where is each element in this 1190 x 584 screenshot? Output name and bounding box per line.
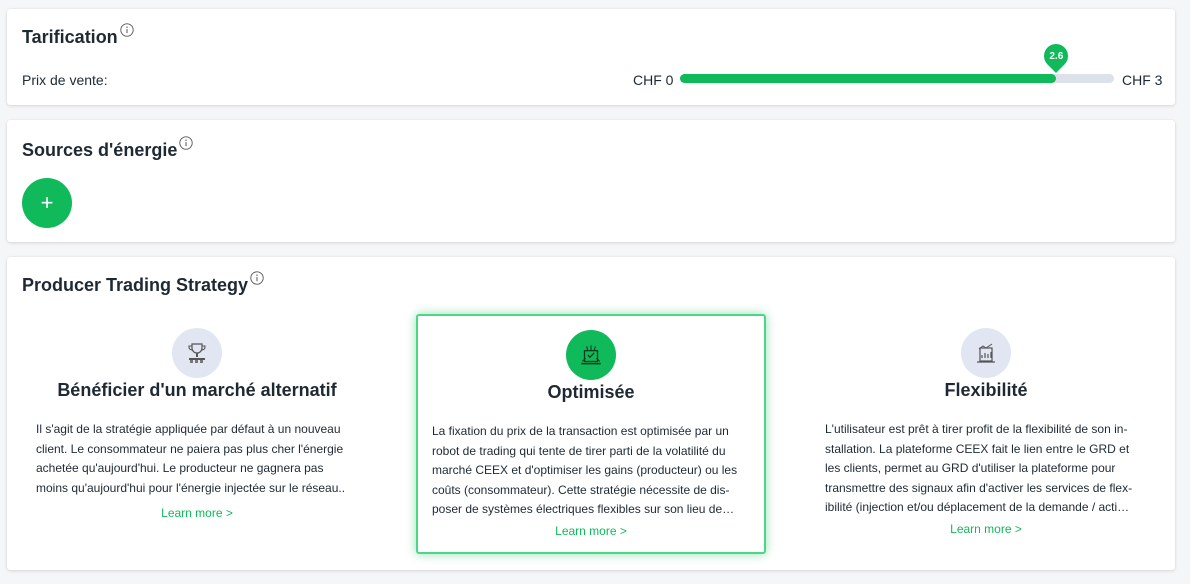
learn-more-link[interactable]: Learn more > xyxy=(22,506,372,520)
trading-robot-icon xyxy=(566,330,616,380)
strategy-title: Producer Trading Strategy xyxy=(22,271,264,296)
strategy-option-description: L'utilisateur est prêt à tirer profit de… xyxy=(825,422,1133,514)
strategy-option-description: La fixation du prix de la transaction es… xyxy=(432,424,738,516)
strategy-option-title: Flexibilité xyxy=(944,380,1028,400)
price-label: Prix de vente: xyxy=(22,72,108,88)
tarification-card: Tarification Prix de vente: CHF 0 2.6 CH… xyxy=(7,9,1175,105)
strategy-option-optimized[interactable]: Optimisée La fixation du prix de la tran… xyxy=(416,314,766,554)
info-icon[interactable] xyxy=(250,271,264,285)
strategy-option-flexibility[interactable]: Flexibilité L'utilisateur est prêt à tir… xyxy=(811,314,1161,554)
learn-more-link[interactable]: Learn more > xyxy=(418,524,764,538)
strategy-option-title: Bénéficier d'un marché alternatif xyxy=(57,380,337,400)
strategy-option-description: Il s'agit de la stratégie appliquée par … xyxy=(36,422,346,495)
info-icon[interactable] xyxy=(120,23,134,37)
learn-more-link[interactable]: Learn more > xyxy=(811,522,1161,536)
sources-title: Sources d'énergie xyxy=(22,136,193,161)
slider-fill xyxy=(680,74,1057,83)
price-slider[interactable] xyxy=(680,74,1114,83)
info-icon[interactable] xyxy=(179,136,193,150)
strategy-option-alternative-market[interactable]: Bénéficier d'un marché alternatif Il s'a… xyxy=(22,314,372,554)
slider-min-label: CHF 0 xyxy=(633,72,674,88)
trophy-icon xyxy=(172,328,222,378)
add-source-button[interactable]: + xyxy=(22,178,72,228)
sources-card: Sources d'énergie + xyxy=(7,120,1175,242)
slider-value-label: 2.6 xyxy=(1049,50,1064,62)
strategy-card: Producer Trading Strategy Bénéficier d'u… xyxy=(7,257,1175,570)
strategy-option-title: Optimisée xyxy=(547,382,635,402)
flexibility-chart-icon xyxy=(961,328,1011,378)
tarification-title: Tarification xyxy=(22,23,134,48)
plus-icon: + xyxy=(40,190,54,215)
slider-handle[interactable]: 2.6 xyxy=(1039,39,1074,73)
slider-max-label: CHF 3 xyxy=(1122,72,1163,88)
